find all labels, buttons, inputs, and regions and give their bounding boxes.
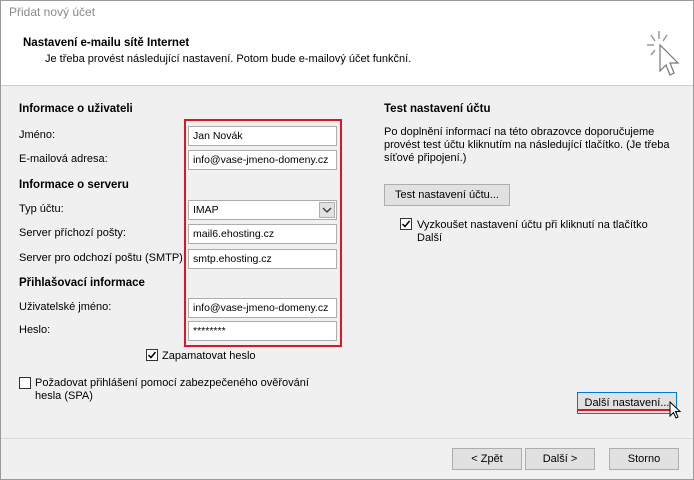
highlight-frame <box>184 119 342 347</box>
spa-checkbox[interactable] <box>19 377 31 389</box>
test-heading: Test nastavení účtu <box>384 103 491 115</box>
header-title: Nastavení e-mailu sítě Internet <box>23 37 190 49</box>
window-title: Přidat nový účet <box>9 5 96 19</box>
test-account-button[interactable]: Test nastavení účtu... <box>384 184 510 206</box>
checkmark-icon <box>401 220 411 228</box>
account-type-label: Typ účtu: <box>19 203 64 215</box>
password-label: Heslo: <box>19 324 51 336</box>
username-label: Uživatelské jméno: <box>19 301 112 313</box>
outgoing-server-label: Server pro odchozí poštu (SMTP): <box>19 252 186 264</box>
dialog-header: Nastavení e-mailu sítě Internet Je třeba… <box>1 23 693 86</box>
login-info-heading: Přihlašovací informace <box>19 277 145 289</box>
header-subtitle: Je třeba provést následující nastavení. … <box>45 53 412 65</box>
auto-test-label[interactable]: Vyzkoušet nastavení účtu při kliknutí na… <box>417 219 657 245</box>
user-info-heading: Informace o uživateli <box>19 103 133 115</box>
test-description: Po doplnění informací na této obrazovce … <box>384 126 670 164</box>
email-label: E-mailová adresa: <box>19 153 108 165</box>
next-button[interactable]: Další > <box>525 448 595 470</box>
footer-separator <box>1 438 693 439</box>
add-account-dialog: Přidat nový účet Nastavení e-mailu sítě … <box>0 0 694 480</box>
mouse-cursor-icon <box>669 401 682 419</box>
auto-test-checkbox[interactable] <box>400 218 412 230</box>
back-button[interactable]: < Zpět <box>452 448 522 470</box>
remember-password-label[interactable]: Zapamatovat heslo <box>162 350 256 362</box>
incoming-server-label: Server příchozí pošty: <box>19 227 126 239</box>
server-info-heading: Informace o serveru <box>19 179 129 191</box>
highlight-underline <box>578 409 674 411</box>
name-label: Jméno: <box>19 129 56 141</box>
spa-label[interactable]: Požadovat přihlášení pomocí zabezpečenéh… <box>35 377 335 403</box>
cancel-button[interactable]: Storno <box>609 448 679 470</box>
checkmark-icon <box>147 351 157 359</box>
title-bar: Přidat nový účet <box>1 1 693 23</box>
remember-password-checkbox[interactable] <box>146 349 158 361</box>
wizard-cursor-icon <box>647 31 680 76</box>
